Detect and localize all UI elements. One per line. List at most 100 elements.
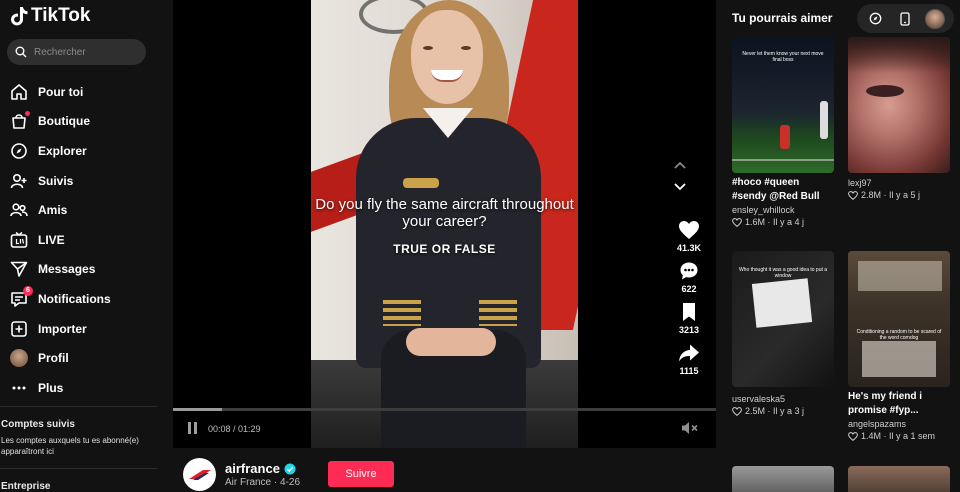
- tiktok-logo[interactable]: TikTok: [10, 5, 90, 27]
- video-thumbnail: [732, 466, 834, 492]
- video-player[interactable]: Do you fly the same aircraft throughout …: [173, 0, 716, 448]
- figure: [780, 125, 790, 149]
- sidebar-item-label: Boutique: [38, 114, 90, 129]
- verified-badge-icon: [284, 463, 296, 474]
- live-icon: [10, 231, 28, 249]
- avatar: [925, 8, 946, 29]
- card-stats-text: 2.5M · Il y a 3 j: [745, 406, 805, 416]
- app-name: TikTok: [31, 5, 91, 26]
- sidebar-item-importer[interactable]: Importer: [10, 314, 160, 344]
- follow-button[interactable]: Suivre: [328, 461, 394, 487]
- sidebar-item-messages[interactable]: Messages: [10, 255, 160, 285]
- sidebar-item-profil[interactable]: Profil: [10, 343, 160, 373]
- sidebar-item-label: Pour toi: [38, 84, 84, 99]
- sidebar-item-amis[interactable]: Amis: [10, 195, 160, 225]
- company-heading[interactable]: Entreprise: [1, 481, 50, 492]
- video-thumbnail: Never let them know your next move final…: [732, 37, 834, 173]
- avatar: [10, 349, 28, 368]
- user-plus-icon: [10, 172, 28, 190]
- video-thumbnail: Who thought it was a good idea to put a …: [732, 251, 834, 387]
- sidebar-item-explorer[interactable]: Explorer: [10, 136, 160, 166]
- recommended-video-card[interactable]: Who thought it was a good idea to put a …: [732, 251, 834, 416]
- profile-button[interactable]: [925, 8, 946, 29]
- mobile-app-button[interactable]: [895, 9, 915, 29]
- thumbnail-text: Conditioning a random to be scared of th…: [856, 329, 942, 341]
- notification-badge: 6: [23, 285, 33, 296]
- sidebar-item-label: Plus: [38, 380, 64, 395]
- save-count: 3213: [678, 325, 700, 335]
- video-progress-bar[interactable]: [173, 408, 716, 411]
- recommended-video-card[interactable]: Conditioning a random to be scared of th…: [848, 251, 952, 441]
- comment-button[interactable]: 622: [679, 261, 699, 294]
- card-title: #hoco #queen #sendy @Red Bull: [732, 177, 820, 202]
- chevron-down-icon[interactable]: [673, 182, 687, 192]
- desk: [862, 341, 936, 377]
- sidebar-item-label: Amis: [38, 203, 68, 218]
- like-button[interactable]: 41.3K: [677, 220, 701, 253]
- card-username: uservaleska5: [732, 394, 786, 404]
- face: [411, 10, 483, 104]
- card-stats-text: 1.4M · Il y a 1 sem: [861, 431, 936, 441]
- heart-outline-icon: [732, 217, 742, 227]
- share-icon: [679, 344, 699, 362]
- sidebar: TikTok Pour toi Boutique: [0, 0, 172, 492]
- figure: [820, 101, 828, 139]
- comment-icon: [680, 262, 698, 280]
- sidebar-divider: [0, 406, 157, 407]
- card-username: lexj97: [848, 178, 872, 188]
- bookmark-icon: [683, 303, 695, 321]
- sidebar-item-live[interactable]: LIVE: [10, 225, 160, 255]
- author-avatar[interactable]: [183, 458, 216, 491]
- sidebar-nav: Pour toi Boutique Explorer Suivis Amis L…: [10, 77, 160, 403]
- video-progress-fill: [173, 408, 222, 411]
- chevron-up-icon[interactable]: [673, 160, 687, 170]
- video-caption: Do you fly the same aircraft throughout …: [315, 196, 574, 230]
- recommended-video-card[interactable]: Never let them know your next move final…: [732, 37, 836, 227]
- sidebar-item-pour-toi[interactable]: Pour toi: [10, 77, 160, 107]
- video-frame[interactable]: Do you fly the same aircraft throughout …: [311, 0, 578, 448]
- heart-outline-icon: [732, 406, 742, 416]
- heart-icon: [679, 221, 699, 239]
- mute-button[interactable]: [681, 421, 699, 440]
- author-handle-text: airfrance: [225, 461, 280, 476]
- save-button[interactable]: 3213: [679, 302, 699, 335]
- sleeve-stripes: [383, 300, 421, 326]
- sidebar-item-boutique[interactable]: Boutique: [10, 107, 160, 137]
- phone-icon: [900, 11, 911, 26]
- recommended-video-card[interactable]: [848, 466, 950, 492]
- compass-icon: [869, 12, 882, 25]
- search-input[interactable]: [34, 46, 134, 58]
- eye: [461, 46, 471, 50]
- sidebar-item-suivis[interactable]: Suivis: [10, 166, 160, 196]
- eye: [866, 85, 904, 97]
- author-handle[interactable]: airfrance: [225, 461, 296, 476]
- share-count: 1115: [679, 366, 699, 376]
- comment-count: 622: [681, 284, 697, 294]
- card-stats: 1.6M · Il y a 4 j: [732, 217, 836, 227]
- send-icon: [10, 260, 28, 278]
- tiktok-note-icon: [11, 7, 28, 26]
- card-username: ensley_whillock: [732, 205, 795, 215]
- inbox-icon: 6: [10, 285, 33, 308]
- sidebar-item-notifications[interactable]: 6 Notifications: [10, 284, 160, 314]
- share-button[interactable]: 1115: [678, 343, 700, 376]
- feed-navigation: [673, 160, 687, 192]
- heart-outline-icon: [848, 431, 858, 441]
- action-bar: 41.3K 622 3213 1115: [670, 220, 708, 384]
- recommended-video-card[interactable]: [732, 466, 834, 492]
- search-bar[interactable]: [7, 39, 146, 65]
- sidebar-item-label: Explorer: [38, 143, 87, 158]
- eye: [423, 46, 433, 50]
- sidebar-item-plus[interactable]: Plus: [10, 373, 160, 403]
- compass-button[interactable]: [866, 9, 886, 29]
- video-thumbnail: [848, 466, 950, 492]
- pause-icon: [194, 422, 197, 434]
- sidebar-item-label: Notifications: [38, 291, 111, 306]
- pause-button[interactable]: [188, 422, 197, 434]
- recommended-video-card[interactable]: lexj97 2.8M · Il y a 5 j: [848, 37, 950, 200]
- more-icon: [10, 379, 28, 397]
- like-count: 41.3K: [676, 243, 702, 253]
- recommendation-panel: Tu pourrais aimer Never let them know yo…: [716, 0, 960, 492]
- sidebar-item-label: Profil: [38, 351, 69, 366]
- shop-icon: [10, 111, 30, 130]
